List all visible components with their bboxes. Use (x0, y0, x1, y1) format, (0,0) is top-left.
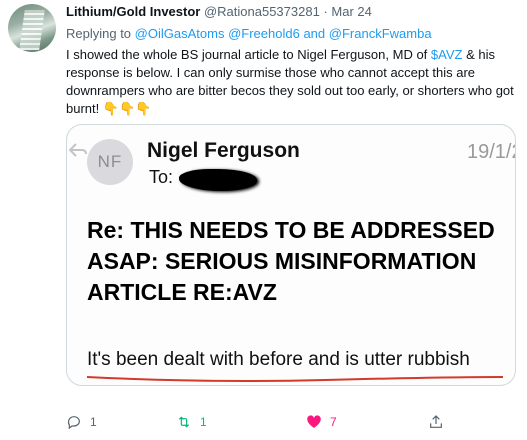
tweet-text: I showed the whole BS journal article to… (66, 46, 516, 118)
retweet-button[interactable]: 1 (176, 412, 207, 432)
subject-line: ARTICLE RE:AVZ (87, 279, 277, 305)
tweet-text-part1: I showed the whole BS journal article to… (66, 47, 428, 62)
subject-line: ASAP: SERIOUS MISINFORMATION (87, 248, 477, 274)
reply-icon (67, 416, 80, 430)
replying-to: Replying to @OilGasAtoms @Freehold6 and … (66, 26, 432, 41)
author-name[interactable]: Lithium/Gold Investor (66, 4, 200, 19)
avatar[interactable] (8, 4, 56, 52)
separator-dot: · (323, 4, 328, 19)
email-sender: Nigel Ferguson (147, 139, 300, 162)
cashtag-link[interactable]: $AVZ (431, 47, 463, 62)
author-handle[interactable]: @Rationa55373281 (204, 4, 320, 19)
reply-arrow-icon (69, 143, 87, 157)
heart-icon (307, 415, 321, 428)
redacted-recipient (179, 169, 257, 191)
tweet-date[interactable]: Mar 24 (331, 4, 371, 19)
mention-link[interactable]: @Freehold6 (228, 26, 300, 41)
reply-count: 1 (90, 415, 97, 429)
retweet-icon (178, 416, 190, 428)
mention-link[interactable]: @OilGasAtoms (135, 26, 225, 41)
tweet-image[interactable]: NF Nigel Ferguson 19/1/22 To: Re: THIS N… (66, 124, 516, 386)
email-to-label: To: (149, 167, 174, 187)
pointing-down-emoji: 👇👇👇 (102, 101, 152, 116)
email-date: 19/1/22 (467, 141, 515, 163)
mention-and: and (303, 26, 326, 41)
replying-prefix: Replying to (66, 26, 132, 41)
mention-link[interactable]: @FranckFwamba (329, 26, 432, 41)
email-body: It's been dealt with before and is utter… (87, 349, 470, 370)
red-underline (86, 376, 504, 382)
share-button[interactable] (428, 412, 444, 432)
email-subject: Re: THIS NEEDS TO BE ADDRESSED ASAP: SER… (87, 215, 515, 308)
like-count: 7 (330, 415, 337, 429)
sender-initials-avatar: NF (87, 139, 133, 185)
share-icon (430, 415, 442, 428)
retweet-count: 1 (200, 415, 207, 429)
avatar-image (19, 10, 45, 50)
like-button[interactable]: 7 (306, 412, 337, 432)
reply-button[interactable]: 1 (66, 412, 97, 432)
tweet-header: Lithium/Gold Investor @Rationa55373281 ·… (66, 4, 372, 19)
subject-line: Re: THIS NEEDS TO BE ADDRESSED (87, 217, 495, 243)
tweet-actions: 1 1 7 (66, 412, 516, 436)
